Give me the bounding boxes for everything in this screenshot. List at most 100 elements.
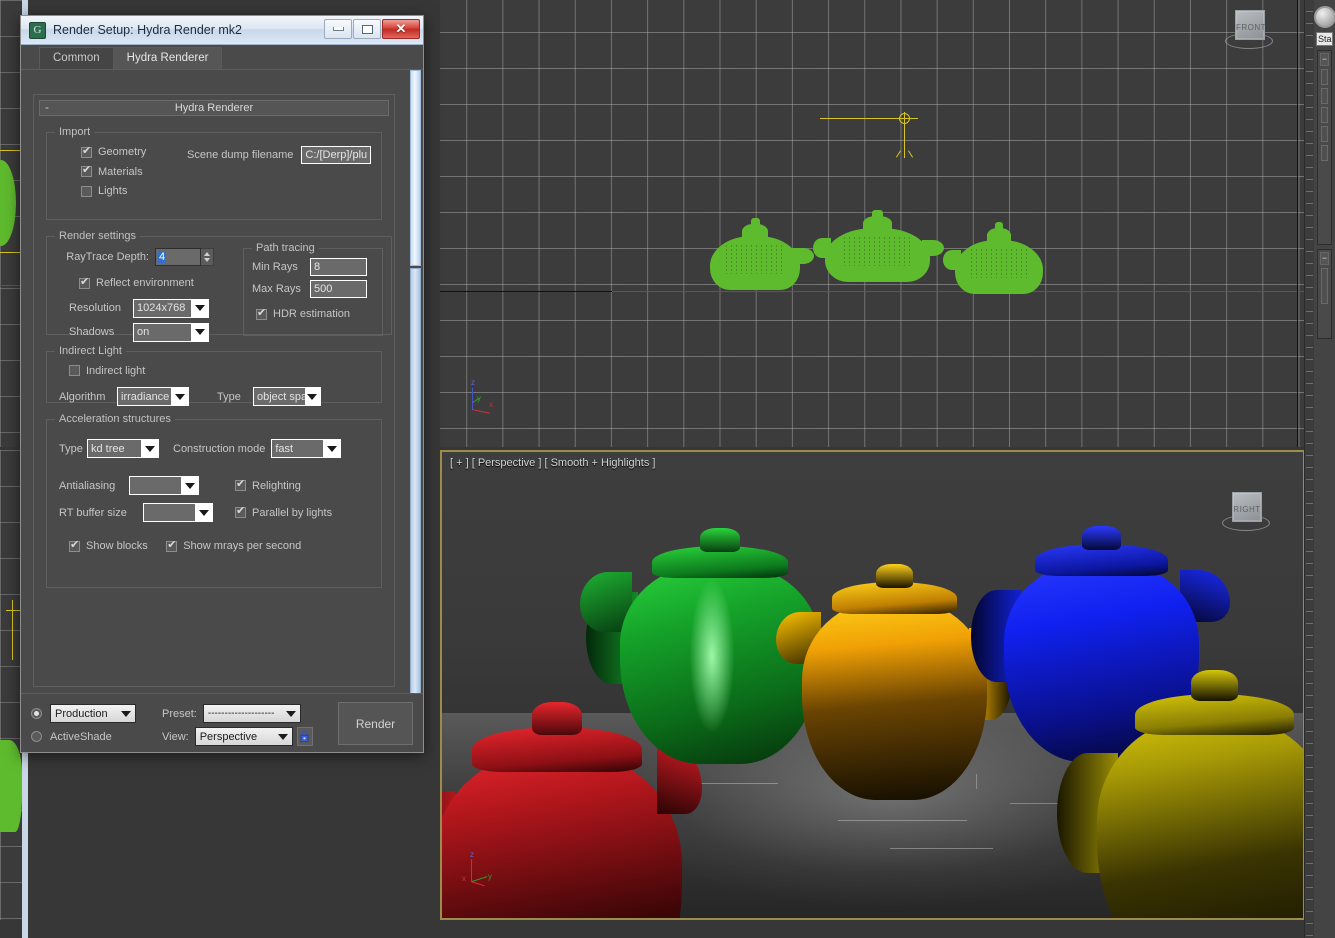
panel-tick <box>1306 719 1313 720</box>
panel-tick <box>1306 455 1313 456</box>
color-swatch-icon[interactable] <box>1314 6 1335 28</box>
indirect-type-dropdown[interactable]: object spa <box>253 387 321 406</box>
chevron-down-icon[interactable] <box>274 734 292 740</box>
rollout-toggle[interactable]: − <box>1320 53 1329 66</box>
dialog-title: Render Setup: Hydra Render mk2 <box>53 23 242 37</box>
teapot-silhouette[interactable] <box>825 210 930 296</box>
relighting-checkbox[interactable]: Relighting <box>235 480 301 492</box>
rollout-button[interactable] <box>1321 268 1328 304</box>
viewcube-cube[interactable]: RIGHT <box>1232 492 1262 522</box>
rollout-button[interactable] <box>1321 145 1328 161</box>
raytrace-depth-spinner[interactable]: 4 <box>155 248 214 266</box>
hdr-estimation-checkbox[interactable]: HDR estimation <box>256 308 350 320</box>
dialog-tabs[interactable]: Common Hydra Renderer <box>21 45 423 70</box>
object-name-field[interactable]: Sta <box>1316 32 1333 46</box>
rollout-button[interactable] <box>1321 88 1328 104</box>
rollout-button[interactable] <box>1321 107 1328 123</box>
spinner-up-icon[interactable] <box>204 252 210 256</box>
minimize-button[interactable] <box>324 19 352 39</box>
reflect-environment-checkbox[interactable]: Reflect environment <box>79 277 194 289</box>
panel-tick <box>1306 227 1313 228</box>
teapot-silhouette[interactable] <box>710 218 800 294</box>
render-setup-dialog[interactable]: G Render Setup: Hydra Render mk2 ✕ Commo… <box>20 15 424 753</box>
panel-tick <box>1306 731 1313 732</box>
chevron-down-icon[interactable] <box>323 440 340 457</box>
scrollbar-thumb[interactable] <box>410 70 421 266</box>
teapot-red[interactable] <box>440 752 682 920</box>
chevron-down-icon[interactable] <box>282 711 300 717</box>
viewcube-front[interactable]: FRONT <box>1225 8 1273 52</box>
max-rays-field[interactable]: 500 <box>310 280 367 298</box>
tab-common[interactable]: Common <box>39 47 114 69</box>
modifier-rollout[interactable]: − <box>1317 50 1332 245</box>
resolution-dropdown[interactable]: 1024x768 <box>133 299 209 318</box>
rollout-header-hydra[interactable]: - Hydra Renderer <box>39 100 389 116</box>
lights-checkbox[interactable]: Lights <box>81 185 127 197</box>
geometry-checkbox[interactable]: Geometry <box>81 146 146 158</box>
rollout-button[interactable] <box>1321 69 1328 85</box>
chevron-down-icon[interactable] <box>141 440 158 457</box>
rollout-button[interactable] <box>1321 126 1328 142</box>
min-rays-field[interactable]: 8 <box>310 258 367 276</box>
show-mrays-checkbox[interactable]: Show mrays per second <box>166 540 301 552</box>
production-dropdown[interactable]: Production <box>50 704 136 723</box>
viewcube-cube[interactable]: FRONT <box>1235 10 1265 40</box>
construction-mode-dropdown[interactable]: fast <box>271 439 341 458</box>
teapot-yellow[interactable] <box>802 600 987 800</box>
params-rollout[interactable]: − <box>1317 249 1332 339</box>
rollout-title: Hydra Renderer <box>175 102 253 114</box>
dialog-scrollbar[interactable] <box>409 70 422 693</box>
panel-tick <box>1306 383 1313 384</box>
left-viewport-top[interactable] <box>0 0 22 447</box>
viewcube-perspective[interactable]: RIGHT <box>1222 490 1270 534</box>
chevron-down-icon[interactable] <box>195 504 212 521</box>
command-panel[interactable]: Sta − − <box>1304 0 1335 938</box>
parallel-by-lights-checkbox[interactable]: Parallel by lights <box>235 507 332 519</box>
maximize-button[interactable] <box>353 19 381 39</box>
spinner-arrows[interactable] <box>201 248 214 266</box>
antialiasing-dropdown[interactable] <box>129 476 199 495</box>
rollout-toggle[interactable]: − <box>1320 252 1329 265</box>
activeshade-radio[interactable] <box>31 731 42 742</box>
scene-dump-field[interactable]: C:/[Derp]/plu <box>301 146 371 164</box>
viewport-perspective[interactable]: RIGHT [ + ] [ Perspective ] [ Smooth + H… <box>440 450 1305 920</box>
teapot-silhouette[interactable] <box>955 222 1043 294</box>
chevron-down-icon[interactable] <box>181 477 198 494</box>
indirect-light-checkbox[interactable]: Indirect light <box>69 365 145 377</box>
tab-hydra-renderer[interactable]: Hydra Renderer <box>113 47 223 69</box>
raytrace-depth-value[interactable]: 4 <box>155 248 201 266</box>
view-lock-button[interactable] <box>297 727 313 746</box>
algorithm-dropdown[interactable]: irradiance <box>117 387 189 406</box>
render-button[interactable]: Render <box>338 702 413 745</box>
dialog-titlebar[interactable]: G Render Setup: Hydra Render mk2 ✕ <box>21 16 423 45</box>
shadows-value: on <box>134 326 152 338</box>
rt-buffer-dropdown[interactable] <box>143 503 213 522</box>
show-blocks-checkbox[interactable]: Show blocks <box>69 540 148 552</box>
production-radio[interactable] <box>31 708 42 719</box>
chevron-down-icon[interactable] <box>305 388 320 405</box>
teapot-knob <box>1082 526 1121 550</box>
accel-type-dropdown[interactable]: kd tree <box>87 439 159 458</box>
left-viewport-bottom[interactable] <box>0 450 22 920</box>
view-dropdown[interactable]: Perspective <box>195 727 293 746</box>
viewport-front[interactable]: FRONT z x y <box>440 0 1305 447</box>
indirect-light-label: Indirect light <box>86 365 145 377</box>
rollout-collapse-icon[interactable]: - <box>45 100 49 114</box>
panel-tick <box>1306 191 1313 192</box>
spinner-down-icon[interactable] <box>204 258 210 262</box>
teapot-green[interactable] <box>620 564 820 764</box>
scrollbar-track[interactable] <box>410 268 421 698</box>
shadows-dropdown[interactable]: on <box>133 323 209 342</box>
resolution-label: Resolution <box>55 302 127 314</box>
materials-checkbox[interactable]: Materials <box>81 166 143 178</box>
teapot-olive[interactable] <box>1097 717 1305 920</box>
close-button[interactable]: ✕ <box>382 19 420 39</box>
direct-light-gizmo[interactable] <box>820 112 930 162</box>
chevron-down-icon[interactable] <box>191 300 208 317</box>
chevron-down-icon[interactable] <box>117 711 135 717</box>
chevron-down-icon[interactable] <box>171 388 188 405</box>
preset-dropdown[interactable]: -------------------- <box>203 704 301 723</box>
chevron-down-icon[interactable] <box>191 324 208 341</box>
light-line <box>0 150 22 151</box>
panel-tick <box>1306 755 1313 756</box>
